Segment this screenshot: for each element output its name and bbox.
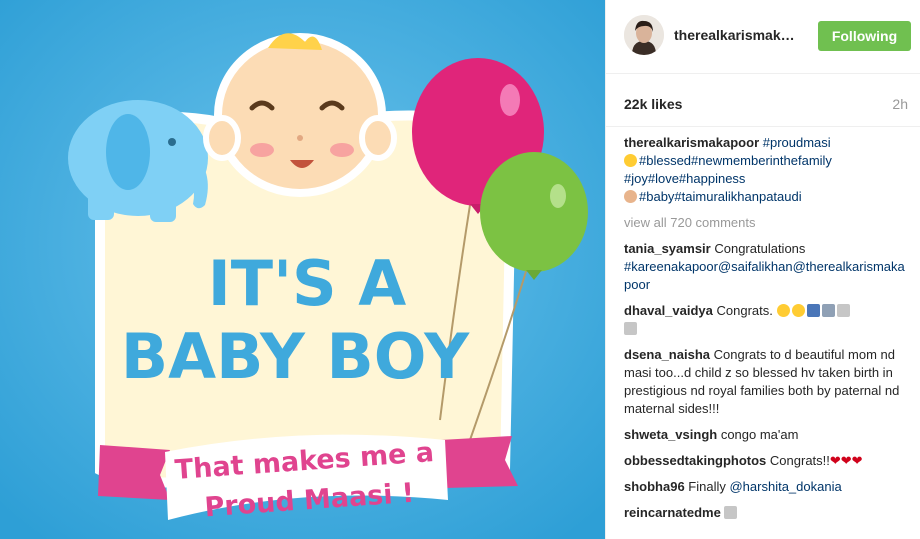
comment-text: Congrats. <box>712 303 773 318</box>
profile-photo-icon <box>624 15 664 55</box>
hand-emoji-icon <box>836 304 850 317</box>
comment-username[interactable]: dhaval_vaidya <box>624 303 713 318</box>
headline-line-2: BABY BOY <box>121 320 470 393</box>
comment-username[interactable]: shobha96 <box>624 479 685 494</box>
hearts-emoji-icon: ❤❤❤ <box>829 453 863 468</box>
comment: dsena_naisha Congrats to d beautiful mom… <box>624 346 909 418</box>
family-emoji-icon <box>806 304 820 317</box>
comments-list: therealkarismakapoor #proudmasi #blessed… <box>624 134 909 530</box>
avatar[interactable] <box>624 15 664 55</box>
pointing-hand-emoji-icon <box>624 322 637 335</box>
family-emoji-icon <box>821 304 835 317</box>
comment-text: Finally <box>684 479 730 494</box>
comment-username[interactable]: tania_syamsir <box>624 241 711 256</box>
hashtag-link[interactable]: #baby#taimuralikhanpataudi <box>639 189 802 204</box>
surprised-face-emoji-icon <box>624 154 637 167</box>
smiley-emoji-icon <box>776 304 790 317</box>
mention-link[interactable]: #kareenakapoor@saifalikhan@therealkarism… <box>624 259 905 292</box>
comment-username[interactable]: shweta_vsingh <box>624 427 717 442</box>
following-button[interactable]: Following <box>818 21 911 51</box>
comment-text: Congrats!! <box>766 453 830 468</box>
username-link[interactable]: therealkarismak… <box>674 27 795 43</box>
comment: reincarnatedme <box>624 504 909 522</box>
likes-row: 22k likes 2h <box>606 74 920 127</box>
comment: shweta_vsingh congo ma'am <box>624 426 909 444</box>
hashtag-link[interactable]: #proudmasi <box>763 135 831 150</box>
comment: tania_syamsir Congratulations #kareenaka… <box>624 240 909 294</box>
comment: dhaval_vaidya Congrats. <box>624 302 909 338</box>
post-header: therealkarismak… Following <box>606 0 920 74</box>
comment-username[interactable]: reincarnatedme <box>624 505 721 520</box>
comment: shobha96 Finally @harshita_dokania <box>624 478 909 496</box>
comment-text: Congratulations <box>710 241 806 256</box>
baby-face-emoji-icon <box>624 190 637 203</box>
comment-text: congo ma'am <box>717 427 799 442</box>
baby-announcement-illustration: IT'S A BABY BOY That makes me a Proud Ma… <box>0 0 605 539</box>
post-image[interactable]: IT'S A BABY BOY That makes me a Proud Ma… <box>0 0 605 539</box>
hashtag-link[interactable]: #joy#love#happiness <box>624 171 745 186</box>
comment: obbessedtakingphotos Congrats!!❤❤❤ <box>624 452 909 470</box>
view-all-comments-link[interactable]: view all 720 comments <box>624 214 909 232</box>
comment-username[interactable]: dsena_naisha <box>624 347 710 362</box>
smiley-emoji-icon <box>791 304 805 317</box>
likes-count[interactable]: 22k likes <box>624 96 682 112</box>
caption-username[interactable]: therealkarismakapoor <box>624 135 759 150</box>
comment-username[interactable]: obbessedtakingphotos <box>624 453 766 468</box>
post-sidebar: therealkarismak… Following 22k likes 2h … <box>605 0 920 539</box>
mention-link[interactable]: @harshita_dokania <box>729 479 841 494</box>
pointing-hand-emoji-icon <box>724 506 738 519</box>
headline-line-1: IT'S A <box>208 247 407 320</box>
post-time: 2h <box>892 96 908 112</box>
hashtag-link[interactable]: #blessed#newmemberinthefamily <box>639 153 832 168</box>
caption: therealkarismakapoor #proudmasi #blessed… <box>624 134 909 206</box>
